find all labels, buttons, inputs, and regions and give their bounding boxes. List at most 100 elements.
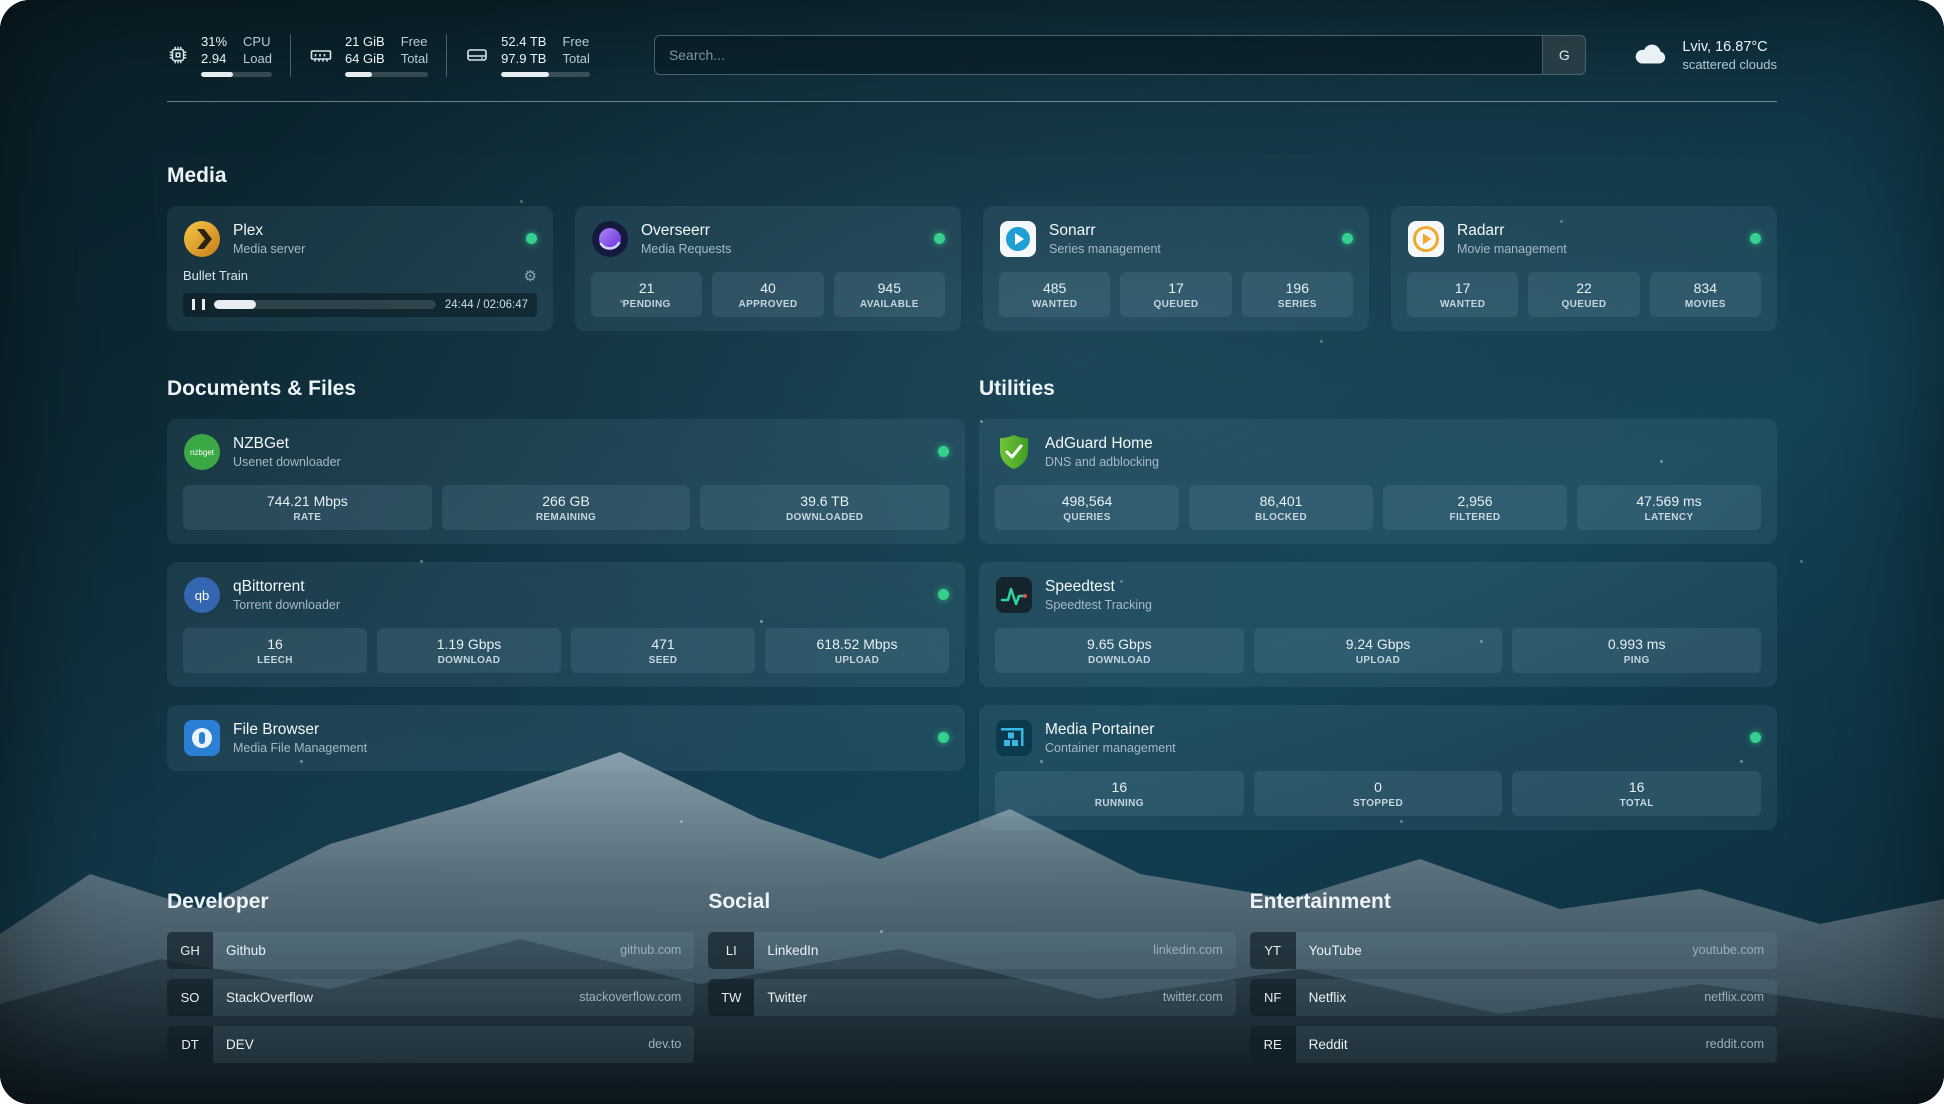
plex-player-bar: 24:44 / 02:06:47 [183, 293, 537, 317]
service-card-overseerr[interactable]: Overseerr Media Requests 21 PENDING 40 A… [575, 206, 961, 331]
bookmark-name: YouTube [1309, 943, 1362, 958]
bookmark-name: Netflix [1309, 990, 1347, 1005]
bookmark-url: github.com [620, 943, 681, 957]
bookmark-stackoverflow[interactable]: SO StackOverflow stackoverflow.com [167, 979, 694, 1016]
speedtest-icon [995, 576, 1033, 614]
stat-total: 16 TOTAL [1512, 771, 1761, 816]
service-description: Container management [1045, 741, 1176, 755]
bookmark-abbr: RE [1250, 1026, 1296, 1063]
service-name: Media Portainer [1045, 721, 1176, 739]
weather-widget: Lviv, 16.87°C scattered clouds [1632, 39, 1777, 72]
memory-free-value: 21 GiB [345, 34, 385, 51]
bookmark-linkedin[interactable]: LI LinkedIn linkedin.com [708, 932, 1235, 969]
bookmark-github[interactable]: GH Github github.com [167, 932, 694, 969]
stat-filtered: 2,956 FILTERED [1383, 485, 1567, 530]
service-card-portainer[interactable]: Media Portainer Container management 16 … [979, 705, 1777, 830]
service-description: DNS and adblocking [1045, 455, 1159, 469]
cpu-widget: 31% 2.94 CPU Load [167, 34, 290, 77]
service-description: Series management [1049, 242, 1161, 256]
bookmark-name: LinkedIn [767, 943, 818, 958]
bookmark-url: linkedin.com [1153, 943, 1222, 957]
bookmark-reddit[interactable]: RE Reddit reddit.com [1250, 1026, 1777, 1063]
service-card-radarr[interactable]: Radarr Movie management 17 WANTED 22 QUE… [1391, 206, 1777, 331]
stat-approved: 40 APPROVED [712, 272, 823, 317]
service-card-qbittorrent[interactable]: qb qBittorrent Torrent downloader 16 LEE… [167, 562, 965, 687]
bookmark-url: dev.to [648, 1037, 681, 1051]
top-bar: 31% 2.94 CPU Load [167, 34, 1777, 77]
stat-upload: 9.24 Gbps UPLOAD [1254, 628, 1503, 673]
service-description: Torrent downloader [233, 598, 340, 612]
gear-icon[interactable]: ⚙ [524, 267, 537, 285]
service-card-nzbget[interactable]: nzbget NZBGet Usenet downloader 744.21 M… [167, 419, 965, 544]
stat-wanted: 485 WANTED [999, 272, 1110, 317]
social-section-title: Social [708, 890, 1235, 914]
memory-total-value: 64 GiB [345, 51, 385, 68]
status-dot [1750, 732, 1761, 743]
service-name: NZBGet [233, 435, 341, 453]
bookmark-url: stackoverflow.com [579, 990, 681, 1004]
stat-blocked: 86,401 BLOCKED [1189, 485, 1373, 530]
bookmark-name: DEV [226, 1037, 254, 1052]
stat-latency: 47.569 ms LATENCY [1577, 485, 1761, 530]
service-card-adguard[interactable]: AdGuard Home DNS and adblocking 498,564 … [979, 419, 1777, 544]
memory-total-label: Total [401, 51, 428, 68]
bookmark-name: Twitter [767, 990, 807, 1005]
weather-location: Lviv, 16.87°C [1682, 39, 1777, 55]
cpu-usage-value: 31% [201, 34, 227, 51]
disk-widget: 52.4 TB 97.9 TB Free Total [446, 34, 608, 77]
stat-seed: 471 SEED [571, 628, 755, 673]
status-dot [938, 589, 949, 600]
service-card-filebrowser[interactable]: File Browser Media File Management [167, 705, 965, 771]
service-card-speedtest[interactable]: Speedtest Speedtest Tracking 9.65 Gbps D… [979, 562, 1777, 687]
stat-stopped: 0 STOPPED [1254, 771, 1503, 816]
utilities-section-title: Utilities [979, 377, 1777, 401]
service-card-plex[interactable]: Plex Media server Bullet Train ⚙ 24:44 /… [167, 206, 553, 331]
cpu-progress-bar [201, 72, 272, 77]
dashboard-page: 31% 2.94 CPU Load [0, 0, 1944, 1104]
sonarr-icon [999, 220, 1037, 258]
status-dot [938, 732, 949, 743]
service-name: Speedtest [1045, 578, 1152, 596]
bookmark-abbr: DT [167, 1026, 213, 1063]
now-playing-title: Bullet Train [183, 268, 248, 283]
memory-icon [309, 43, 333, 67]
section-media: Media Plex [167, 164, 1777, 331]
entertainment-section-title: Entertainment [1250, 890, 1777, 914]
stat-ping: 0.993 ms PING [1512, 628, 1761, 673]
section-developer: Developer GH Github github.com SO StackO… [167, 890, 694, 1073]
bookmark-dev[interactable]: DT DEV dev.to [167, 1026, 694, 1063]
bookmark-twitter[interactable]: TW Twitter twitter.com [708, 979, 1235, 1016]
bookmark-youtube[interactable]: YT YouTube youtube.com [1250, 932, 1777, 969]
section-utilities: Utilities AdGuard Home [979, 377, 1777, 848]
section-social: Social LI LinkedIn linkedin.com TW Twitt… [708, 890, 1235, 1073]
disk-total-label: Total [562, 51, 589, 68]
service-name: Radarr [1457, 222, 1567, 240]
service-description: Media Requests [641, 242, 731, 256]
portainer-icon [995, 719, 1033, 757]
plex-icon [183, 220, 221, 258]
search-provider-button[interactable]: G [1542, 36, 1585, 74]
header-divider [167, 101, 1777, 102]
cpu-load-value: 2.94 [201, 51, 227, 68]
memory-widget: 21 GiB 64 GiB Free Total [290, 34, 446, 77]
cpu-icon [167, 44, 189, 66]
overseerr-icon [591, 220, 629, 258]
cpu-usage-label: CPU [243, 34, 272, 51]
service-name: File Browser [233, 721, 367, 739]
playback-progress[interactable] [214, 300, 436, 309]
bookmark-url: twitter.com [1163, 990, 1223, 1004]
status-dot [1342, 233, 1353, 244]
service-card-sonarr[interactable]: Sonarr Series management 485 WANTED 17 Q… [983, 206, 1369, 331]
stat-leech: 16 LEECH [183, 628, 367, 673]
service-name: Plex [233, 222, 305, 240]
search-input[interactable] [655, 47, 1542, 63]
bookmark-abbr: SO [167, 979, 213, 1016]
stat-downloaded: 39.6 TB DOWNLOADED [700, 485, 949, 530]
service-description: Media File Management [233, 741, 367, 755]
bookmark-netflix[interactable]: NF Netflix netflix.com [1250, 979, 1777, 1016]
bookmark-abbr: YT [1250, 932, 1296, 969]
bookmark-name: Reddit [1309, 1037, 1348, 1052]
pause-icon[interactable] [192, 299, 205, 310]
bookmark-url: youtube.com [1692, 943, 1764, 957]
service-description: Speedtest Tracking [1045, 598, 1152, 612]
